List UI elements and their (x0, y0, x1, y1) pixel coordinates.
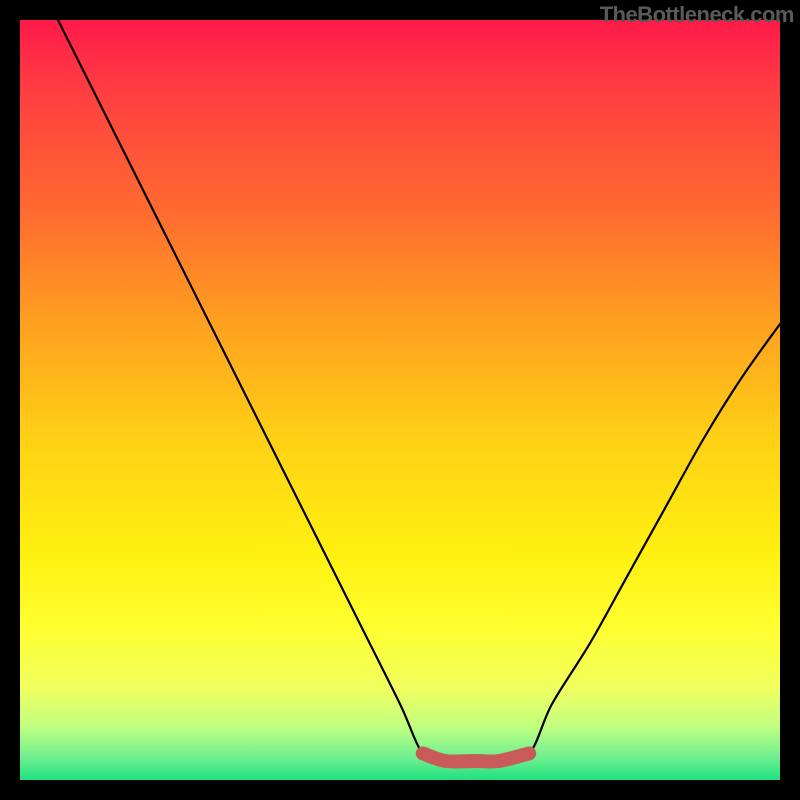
flat-zone-marker (423, 753, 529, 761)
chart-frame: TheBottleneck.com (0, 0, 800, 800)
bottleneck-curve (58, 20, 780, 762)
watermark-text: TheBottleneck.com (600, 2, 794, 28)
plot-area (20, 20, 780, 780)
curve-layer (20, 20, 780, 780)
